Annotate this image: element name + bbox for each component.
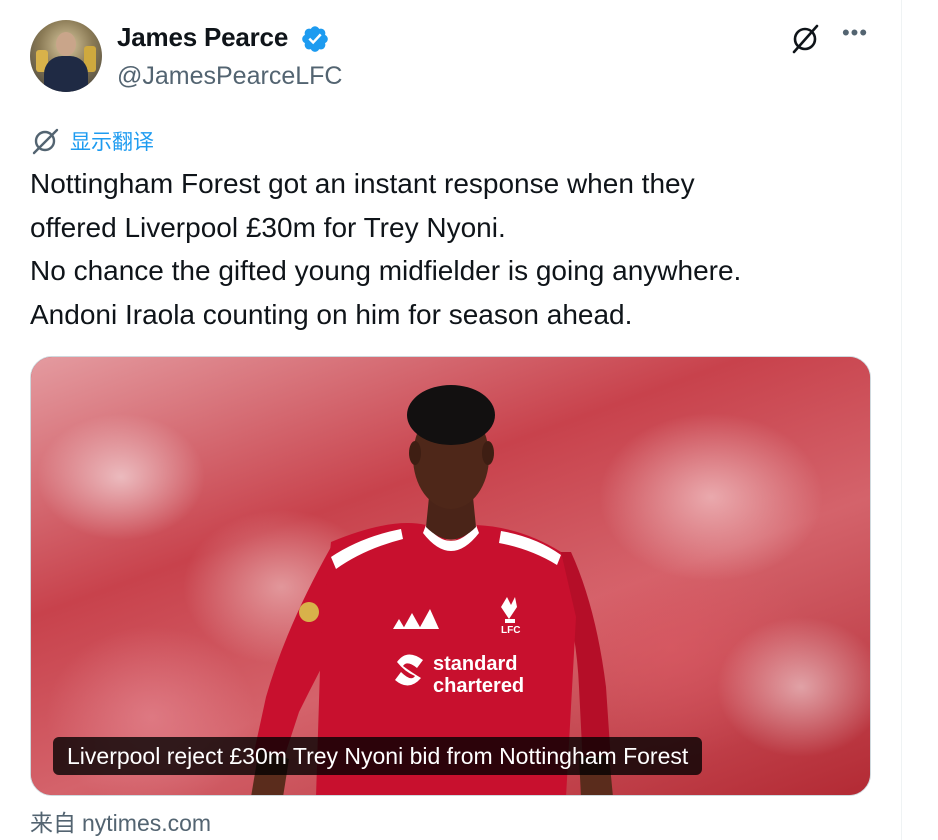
card-player-image: LFC standard chartered xyxy=(251,385,613,795)
card-caption: Liverpool reject £30m Trey Nyoni bid fro… xyxy=(53,737,703,775)
show-translation-link[interactable]: 显示翻译 xyxy=(30,126,154,156)
tweet-line: Nottingham Forest got an instant respons… xyxy=(30,168,695,199)
avatar-head xyxy=(56,32,76,56)
tweet-text: Nottingham Forest got an instant respons… xyxy=(30,162,880,336)
author-name[interactable]: James Pearce xyxy=(117,22,288,53)
avatar-body xyxy=(44,56,88,92)
grok-translate-icon xyxy=(32,128,59,155)
grok-icon[interactable] xyxy=(788,22,822,56)
source-domain: nytimes.com xyxy=(82,810,212,836)
tweet-line: Andoni Iraola counting on him for season… xyxy=(30,298,633,330)
sponsor-line-2: chartered xyxy=(433,675,524,697)
sponsor-line-1: standard xyxy=(433,653,517,675)
verified-badge-icon xyxy=(302,26,328,52)
more-options-button[interactable]: ••• xyxy=(838,22,872,54)
author-handle[interactable]: @JamesPearceLFC xyxy=(117,62,342,91)
crest-text: LFC xyxy=(501,625,520,636)
avatar[interactable] xyxy=(30,20,102,92)
link-preview-card[interactable]: LFC standard chartered Liverpool reject … xyxy=(30,356,871,796)
tweet-line: offered Liverpool £30m for Trey Nyoni. xyxy=(30,211,506,243)
tweet-line: No chance the gifted young midfielder is… xyxy=(30,255,742,286)
link-source[interactable]: 来自 nytimes.com xyxy=(30,804,211,838)
show-translation-label: 显示翻译 xyxy=(70,131,154,154)
source-prefix: 来自 xyxy=(30,810,76,836)
